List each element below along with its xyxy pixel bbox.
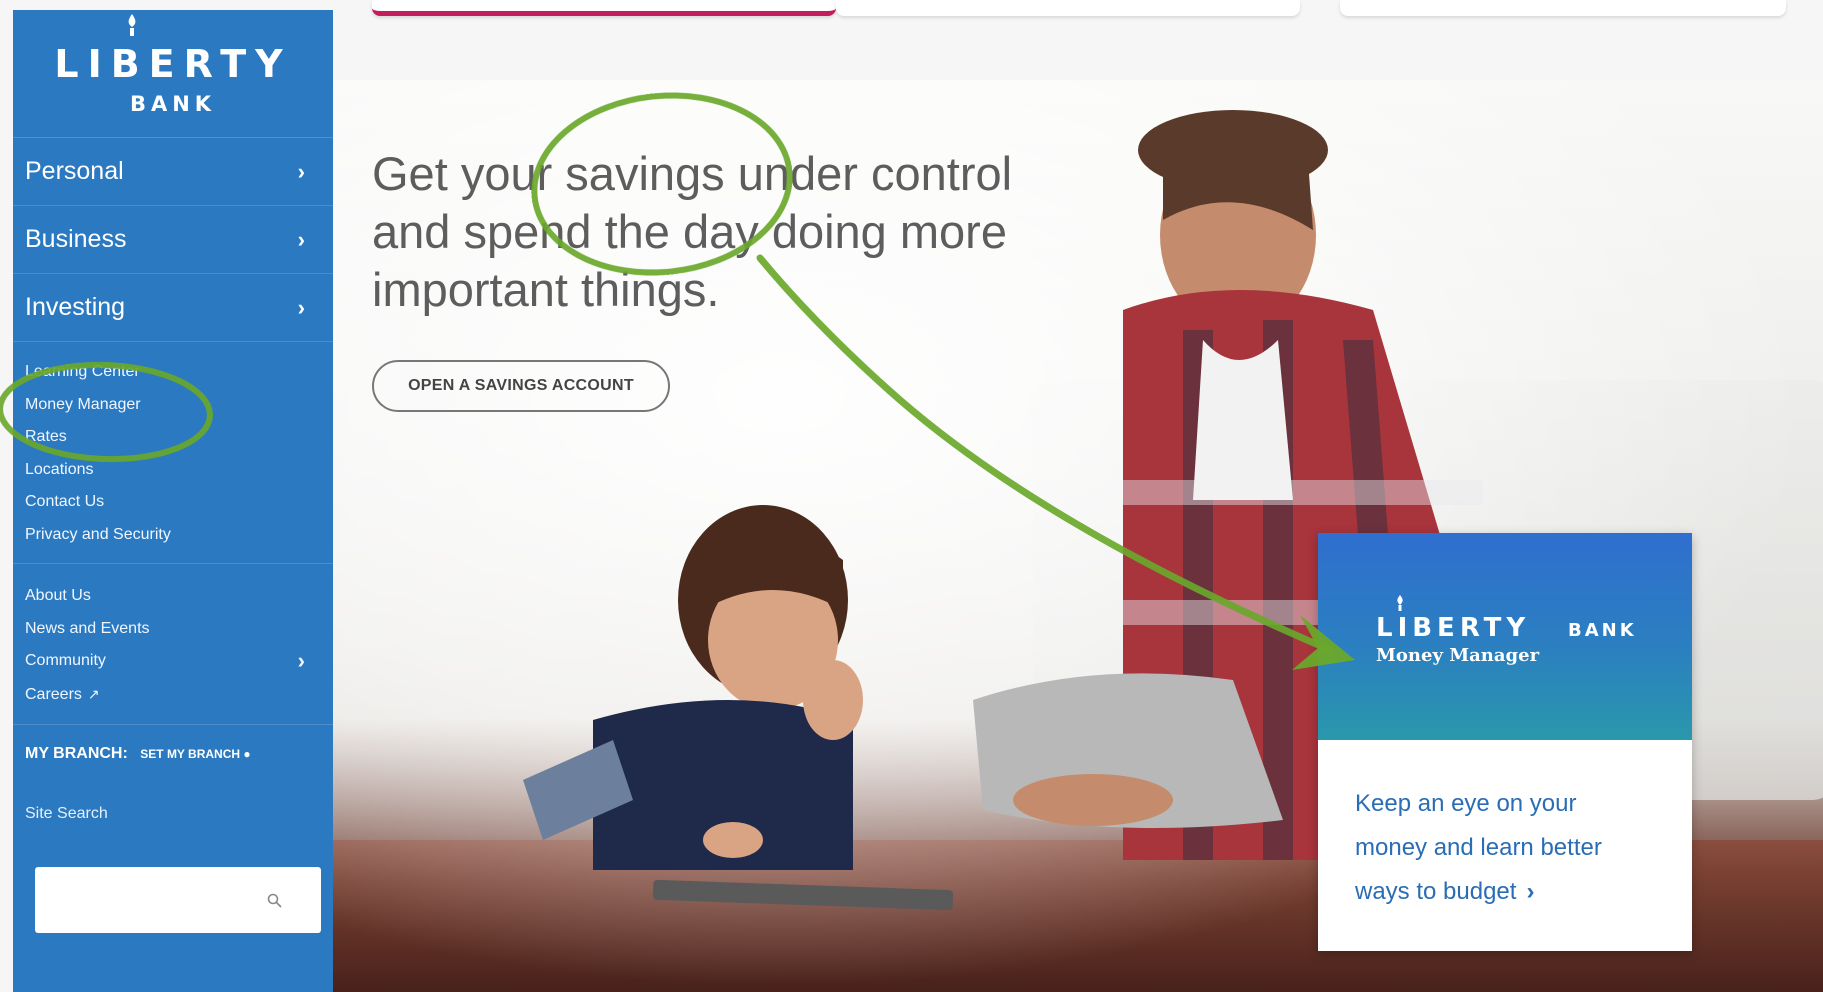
link-privacy-security[interactable]: Privacy and Security bbox=[25, 519, 333, 552]
chevron-right-icon: › bbox=[297, 294, 305, 320]
link-rates[interactable]: Rates bbox=[25, 421, 333, 454]
card-text-line[interactable]: ways to budget › bbox=[1355, 870, 1692, 914]
chevron-right-icon: › bbox=[297, 648, 305, 673]
logo-subtitle: BANK bbox=[129, 91, 217, 116]
headline-line: important things. bbox=[372, 263, 720, 316]
nav-item-personal[interactable]: Personal › bbox=[13, 138, 333, 206]
link-locations[interactable]: Locations bbox=[25, 454, 333, 487]
card-logo-wordmark: LIBERTY bbox=[1376, 613, 1531, 643]
headline-line: and spend the day doing more bbox=[372, 205, 1007, 258]
money-manager-card-body: Keep an eye on your money and learn bett… bbox=[1318, 740, 1692, 914]
torch-flame-icon bbox=[1397, 595, 1403, 611]
link-money-manager[interactable]: Money Manager bbox=[25, 389, 333, 422]
boy-figure bbox=[523, 505, 954, 911]
nav-item-label: Personal bbox=[25, 157, 124, 185]
link-label: About Us bbox=[25, 587, 91, 604]
link-label: News and Events bbox=[25, 619, 150, 637]
link-learning-center[interactable]: Learning Center bbox=[25, 356, 333, 389]
link-news-events[interactable]: News and Events bbox=[25, 613, 333, 646]
link-contact-us[interactable]: Contact Us bbox=[25, 486, 333, 519]
top-tab[interactable] bbox=[1340, 0, 1786, 16]
link-label: Careers bbox=[25, 685, 82, 703]
card-subtitle: Money Manager bbox=[1376, 645, 1540, 666]
about-nav: About Us News and Events Community › Care… bbox=[13, 564, 333, 725]
my-branch: MY BRANCH: SET MY BRANCH ● bbox=[13, 725, 333, 763]
card-text-line: money and learn better bbox=[1355, 834, 1602, 861]
secondary-nav: Learning Center Money Manager Rates Loca… bbox=[13, 342, 333, 564]
nav-item-investing[interactable]: Investing › bbox=[13, 274, 333, 342]
top-tab[interactable] bbox=[836, 0, 1300, 16]
sidebar: LIBERTY BANK Personal › Business › Investi… bbox=[13, 10, 333, 992]
liberty-bank-logo[interactable]: LIBERTY BANK bbox=[13, 10, 333, 138]
nav-item-label: Investing bbox=[25, 293, 126, 321]
main-nav: Personal › Business › Investing › bbox=[13, 138, 333, 342]
search-icon[interactable] bbox=[267, 893, 282, 908]
hero-headline: Get your savings under control and spend… bbox=[372, 145, 1072, 319]
external-link-icon: ↗ bbox=[87, 685, 100, 702]
page: Get your savings under control and spend… bbox=[0, 0, 1823, 992]
top-tab-active[interactable] bbox=[372, 0, 836, 16]
open-savings-account-button[interactable]: OPEN A SAVINGS ACCOUNT bbox=[372, 360, 670, 412]
location-pin-icon: ● bbox=[243, 747, 251, 761]
chevron-right-icon: › bbox=[1526, 878, 1535, 905]
link-about-us[interactable]: About Us bbox=[25, 580, 333, 613]
money-manager-card[interactable]: LIBERTY BANK Money Manager Keep an eye o… bbox=[1318, 533, 1692, 951]
torch-flame-icon bbox=[128, 14, 136, 36]
chevron-right-icon: › bbox=[297, 158, 305, 184]
set-branch-label: SET MY BRANCH bbox=[140, 747, 241, 761]
money-manager-card-header: LIBERTY BANK Money Manager bbox=[1318, 533, 1692, 740]
link-community[interactable]: Community › bbox=[25, 645, 333, 678]
nav-item-business[interactable]: Business › bbox=[13, 206, 333, 274]
site-search-label: Site Search bbox=[25, 805, 108, 822]
card-link-text: ways to budget bbox=[1355, 878, 1517, 905]
link-label: Community bbox=[25, 652, 106, 669]
set-my-branch-link[interactable]: SET MY BRANCH ● bbox=[140, 747, 250, 761]
chevron-right-icon: › bbox=[297, 226, 305, 252]
nav-item-label: Business bbox=[25, 225, 127, 253]
link-careers[interactable]: Careers ↗ bbox=[25, 678, 333, 711]
headline-line: Get your savings under control bbox=[372, 147, 1013, 200]
card-text-line: Keep an eye on your bbox=[1355, 790, 1577, 817]
branch-label: MY BRANCH: bbox=[25, 745, 128, 762]
card-logo-bank: BANK bbox=[1568, 620, 1637, 641]
logo-wordmark: LIBERTY bbox=[54, 41, 292, 86]
